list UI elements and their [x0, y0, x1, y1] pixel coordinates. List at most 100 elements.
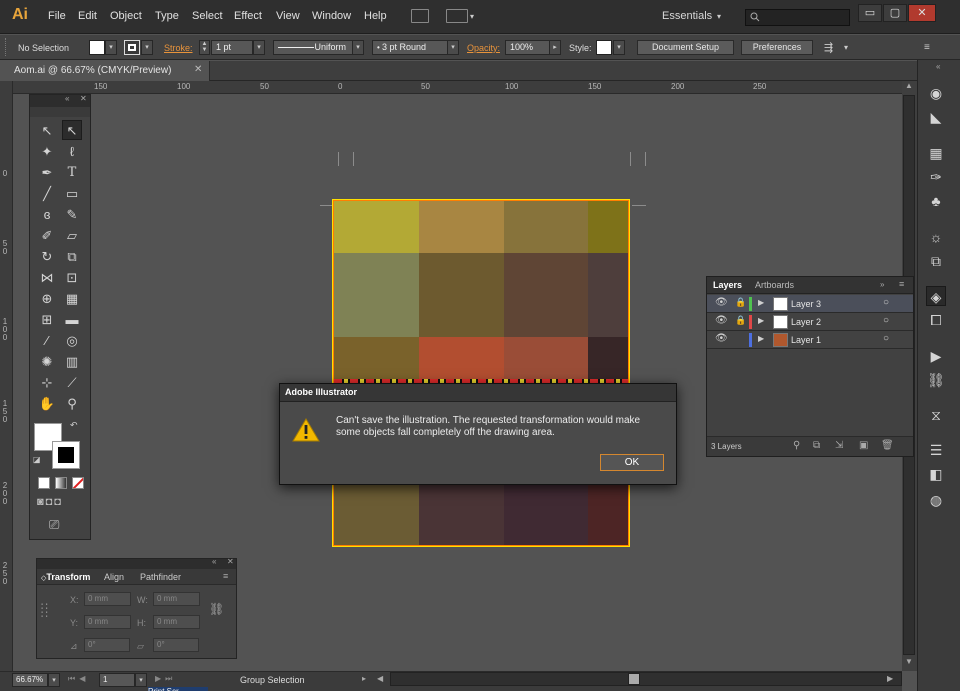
type-tool-icon[interactable]: T: [62, 163, 82, 183]
constrain-proportions-icon[interactable]: ⛓: [209, 602, 224, 616]
stroke-swatch[interactable]: [124, 40, 140, 55]
gradient-mode-icon[interactable]: [55, 477, 67, 489]
menu-help[interactable]: Help: [364, 10, 387, 22]
panel-menu-icon[interactable]: ≡: [223, 571, 228, 581]
hand-tool-icon[interactable]: ✋: [37, 394, 57, 414]
swap-colors-icon[interactable]: ↶: [70, 420, 78, 431]
draw-mode-icon[interactable]: ◙◘◘: [37, 496, 85, 510]
height-field[interactable]: 0 mm: [153, 615, 200, 629]
opacity-field[interactable]: 100%: [505, 40, 550, 55]
arrange-dropdown-icon[interactable]: ▾: [470, 12, 474, 21]
layer-name[interactable]: Layer 3: [791, 299, 821, 309]
scroll-left-icon[interactable]: ◀: [377, 674, 383, 683]
artboard-number-field[interactable]: 1: [99, 673, 135, 687]
tab-artboards[interactable]: Artboards: [755, 280, 794, 290]
search-input[interactable]: [745, 9, 850, 26]
menu-effect[interactable]: Effect: [234, 10, 262, 22]
collapse-icon[interactable]: »: [880, 280, 884, 289]
y-field[interactable]: 0 mm: [84, 615, 131, 629]
magic-wand-icon[interactable]: ✦: [37, 142, 57, 162]
layer-row[interactable]: 👁 ▶ Layer 1 ○: [707, 331, 913, 349]
layers-panel-icon[interactable]: ◈: [926, 286, 946, 306]
color-guide-icon[interactable]: ◣: [926, 107, 946, 127]
locate-object-icon[interactable]: ⚲: [793, 440, 800, 451]
stroke-weight-dropdown-icon[interactable]: ▾: [253, 40, 265, 55]
transform-panel-header[interactable]: « ✕: [37, 557, 236, 569]
gradient-panel-icon[interactable]: ◧: [926, 464, 946, 484]
close-button[interactable]: ✕: [908, 4, 936, 22]
links-panel-icon[interactable]: ⛓: [926, 370, 946, 390]
style-dropdown-icon[interactable]: ▾: [613, 40, 625, 55]
layer-name[interactable]: Layer 1: [791, 335, 821, 345]
scroll-thumb[interactable]: [628, 673, 640, 685]
expand-dock-icon[interactable]: «: [936, 62, 940, 71]
appearance-panel-icon[interactable]: ☼: [926, 227, 946, 247]
line-tool-icon[interactable]: ╱: [37, 184, 57, 204]
visibility-eye-icon[interactable]: 👁: [715, 333, 728, 344]
color-mode-icon[interactable]: [38, 477, 50, 489]
symbols-panel-icon[interactable]: ♣: [926, 191, 946, 211]
pencil-icon[interactable]: ✎: [62, 205, 82, 225]
gradient-tool-icon[interactable]: ▬: [62, 310, 82, 330]
menu-object[interactable]: Object: [110, 10, 142, 22]
delete-layer-icon[interactable]: 🗑: [881, 440, 894, 451]
pen-tool-icon[interactable]: ✒: [37, 163, 57, 183]
panel-menu-icon[interactable]: ≡: [899, 279, 904, 289]
close-panel-icon[interactable]: ✕: [227, 557, 234, 566]
symbol-sprayer-icon[interactable]: ✺: [37, 352, 57, 372]
lock-icon[interactable]: 🔒: [735, 315, 746, 326]
scale-tool-icon[interactable]: ⧉: [62, 247, 82, 267]
default-colors-icon[interactable]: ◪: [33, 455, 41, 464]
free-transform-icon[interactable]: ⊡: [62, 268, 82, 288]
scroll-down-icon[interactable]: ▼: [905, 657, 913, 666]
width-tool-icon[interactable]: ⋈: [37, 268, 57, 288]
fill-dropdown-icon[interactable]: ▾: [105, 40, 117, 55]
screen-mode-icon[interactable]: ⎚: [49, 517, 59, 533]
stroke-stepper-icon[interactable]: ▲ ▼: [199, 40, 210, 55]
brushes-panel-icon[interactable]: ✑: [926, 167, 946, 187]
zoom-dropdown-icon[interactable]: ▾: [48, 673, 60, 687]
scroll-up-icon[interactable]: ▲: [905, 81, 913, 90]
menu-file[interactable]: File: [48, 10, 66, 22]
new-layer-icon[interactable]: ▣: [859, 440, 868, 451]
tab-transform[interactable]: ◇Transform: [41, 572, 90, 582]
new-sublayer-icon[interactable]: ⇲: [835, 440, 843, 451]
target-icon[interactable]: ○: [883, 315, 889, 326]
lasso-icon[interactable]: ℓ: [62, 142, 82, 162]
workspace-dropdown-icon[interactable]: ▾: [717, 12, 721, 21]
actions-panel-icon[interactable]: ▶: [926, 346, 946, 366]
menu-window[interactable]: Window: [312, 10, 351, 22]
fill-swatch[interactable]: [89, 40, 105, 55]
menu-edit[interactable]: Edit: [78, 10, 97, 22]
workspace-switcher[interactable]: Essentials: [662, 10, 712, 22]
bridge-icon[interactable]: [411, 9, 429, 23]
artboard-dropdown-icon[interactable]: ▾: [135, 673, 147, 687]
shape-builder-icon[interactable]: ⊕: [37, 289, 57, 309]
transparency-panel-icon[interactable]: ◍: [926, 490, 946, 510]
variable-width-profile[interactable]: Uniform: [273, 40, 353, 55]
reference-point-icon[interactable]: ∷ ∷: [41, 602, 57, 621]
layer-row[interactable]: 👁 🔒 ▶ Layer 2 ○: [707, 313, 913, 331]
rectangle-tool-icon[interactable]: ▭: [62, 184, 82, 204]
rotate-field[interactable]: 0°: [84, 638, 130, 652]
width-field[interactable]: 0 mm: [153, 592, 200, 606]
tab-align[interactable]: Align: [104, 572, 124, 582]
mesh-tool-icon[interactable]: ⊞: [37, 310, 57, 330]
direct-selection-tool-icon[interactable]: ↖: [62, 120, 82, 140]
control-panel-menu-icon[interactable]: ≡: [924, 42, 930, 53]
graph-tool-icon[interactable]: ▥: [62, 352, 82, 372]
profile-dropdown-icon[interactable]: ▾: [352, 40, 364, 55]
tab-pathfinder[interactable]: Pathfinder: [140, 572, 181, 582]
target-icon[interactable]: ○: [883, 297, 889, 308]
zoom-tool-icon[interactable]: ⚲: [62, 394, 82, 414]
close-panel-icon[interactable]: ✕: [80, 94, 87, 103]
artboard[interactable]: [333, 200, 629, 546]
stroke-dropdown-icon[interactable]: ▾: [141, 40, 153, 55]
stroke-label[interactable]: Stroke:: [164, 43, 193, 53]
visibility-eye-icon[interactable]: 👁: [715, 297, 728, 308]
perspective-grid-icon[interactable]: ▦: [62, 289, 82, 309]
brush-definition[interactable]: • 3 pt Round: [372, 40, 448, 55]
arrange-documents-icon[interactable]: [446, 9, 468, 23]
close-document-icon[interactable]: ✕: [194, 64, 202, 75]
taskbar-item[interactable]: Print Scr: [148, 687, 208, 691]
